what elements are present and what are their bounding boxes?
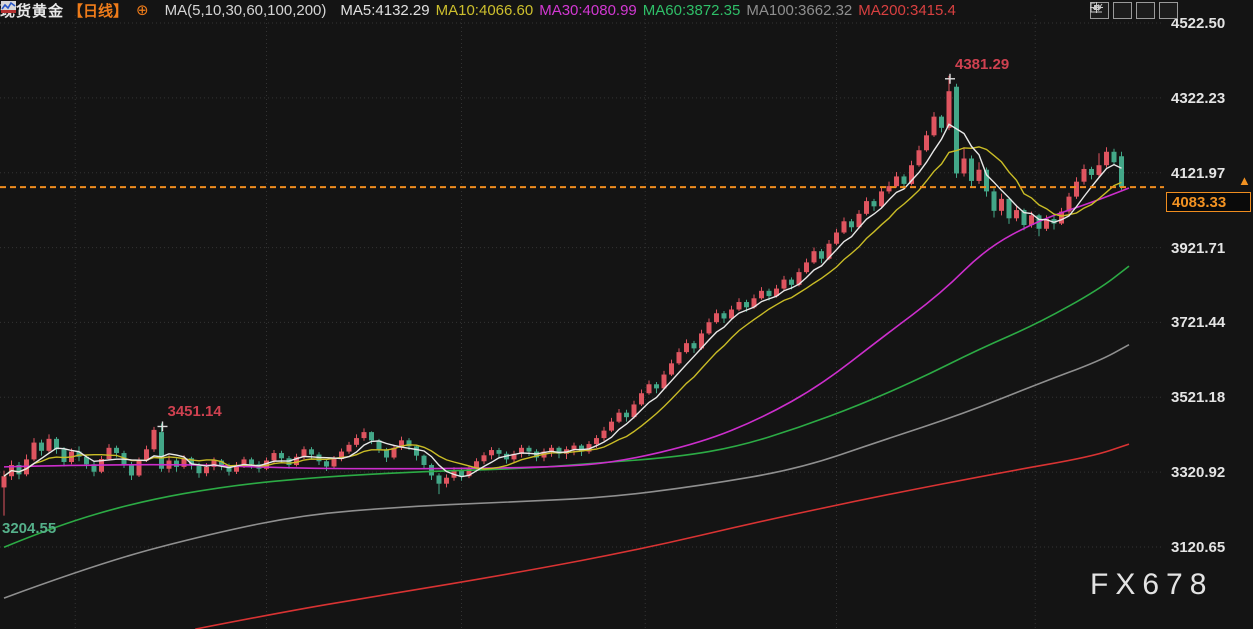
period-label: 【日线】 — [68, 0, 128, 21]
chart-header: 现货黄金 【日线】 ⊕ MA(5,10,30,60,100,200) MA5:4… — [0, 0, 956, 20]
add-indicator-icon[interactable]: ⊕ — [136, 3, 149, 18]
ma-line-ma30 — [4, 188, 1129, 469]
current-price-box: 4083.33 — [1166, 192, 1251, 212]
ma-group-label: MA(5,10,30,60,100,200) — [165, 2, 327, 19]
ma-value-label: MA200:3415.4 — [858, 2, 956, 19]
y-axis-label: 3320.92 — [1171, 464, 1249, 481]
y-axis-label: 3120.65 — [1171, 539, 1249, 556]
ma-value-label: MA30:4080.99 — [539, 2, 637, 19]
y-axis-label: 4322.23 — [1171, 90, 1249, 107]
y-axis-label: 3921.71 — [1171, 240, 1249, 257]
candlestick-chart[interactable] — [0, 0, 1253, 629]
y-axis-label: 3521.18 — [1171, 389, 1249, 406]
candles-layer — [2, 76, 1125, 516]
ma-line-ma10 — [4, 147, 1122, 476]
y-axis-label: 4522.50 — [1171, 15, 1249, 32]
price-annotation: 4381.29 — [955, 56, 1009, 73]
high-cross-marker — [158, 421, 168, 431]
chart-axes-icon[interactable] — [1113, 2, 1132, 19]
ma-value-label: MA5:4132.29 — [340, 2, 429, 19]
chart-play-icon[interactable] — [1136, 2, 1155, 19]
ma-line-ma5 — [4, 124, 1122, 476]
chart-toolbar — [1090, 2, 1178, 19]
y-axis-label: 3721.44 — [1171, 314, 1249, 331]
grid-layer — [0, 15, 1163, 629]
watermark: FX678 — [1090, 568, 1213, 602]
ma-line-ma100 — [4, 345, 1129, 598]
high-cross-marker — [945, 74, 955, 84]
price-annotation: 3204.55 — [2, 520, 56, 537]
ma-lines-layer — [4, 124, 1129, 629]
ma-value-label: MA10:4066.60 — [436, 2, 534, 19]
gold-daily-chart-app: 现货黄金 【日线】 ⊕ MA(5,10,30,60,100,200) MA5:4… — [0, 0, 1253, 629]
ma-value-label: MA60:3872.35 — [643, 2, 741, 19]
ma-value-label: MA100:3662.32 — [746, 2, 852, 19]
ma-values: MA5:4132.29 MA10:4066.60 MA30:4080.99 MA60:… — [334, 2, 955, 19]
price-annotation: 3451.14 — [168, 403, 222, 420]
exit-right-icon[interactable] — [1159, 2, 1178, 19]
price-up-arrow-icon: ▲ — [1238, 173, 1251, 188]
